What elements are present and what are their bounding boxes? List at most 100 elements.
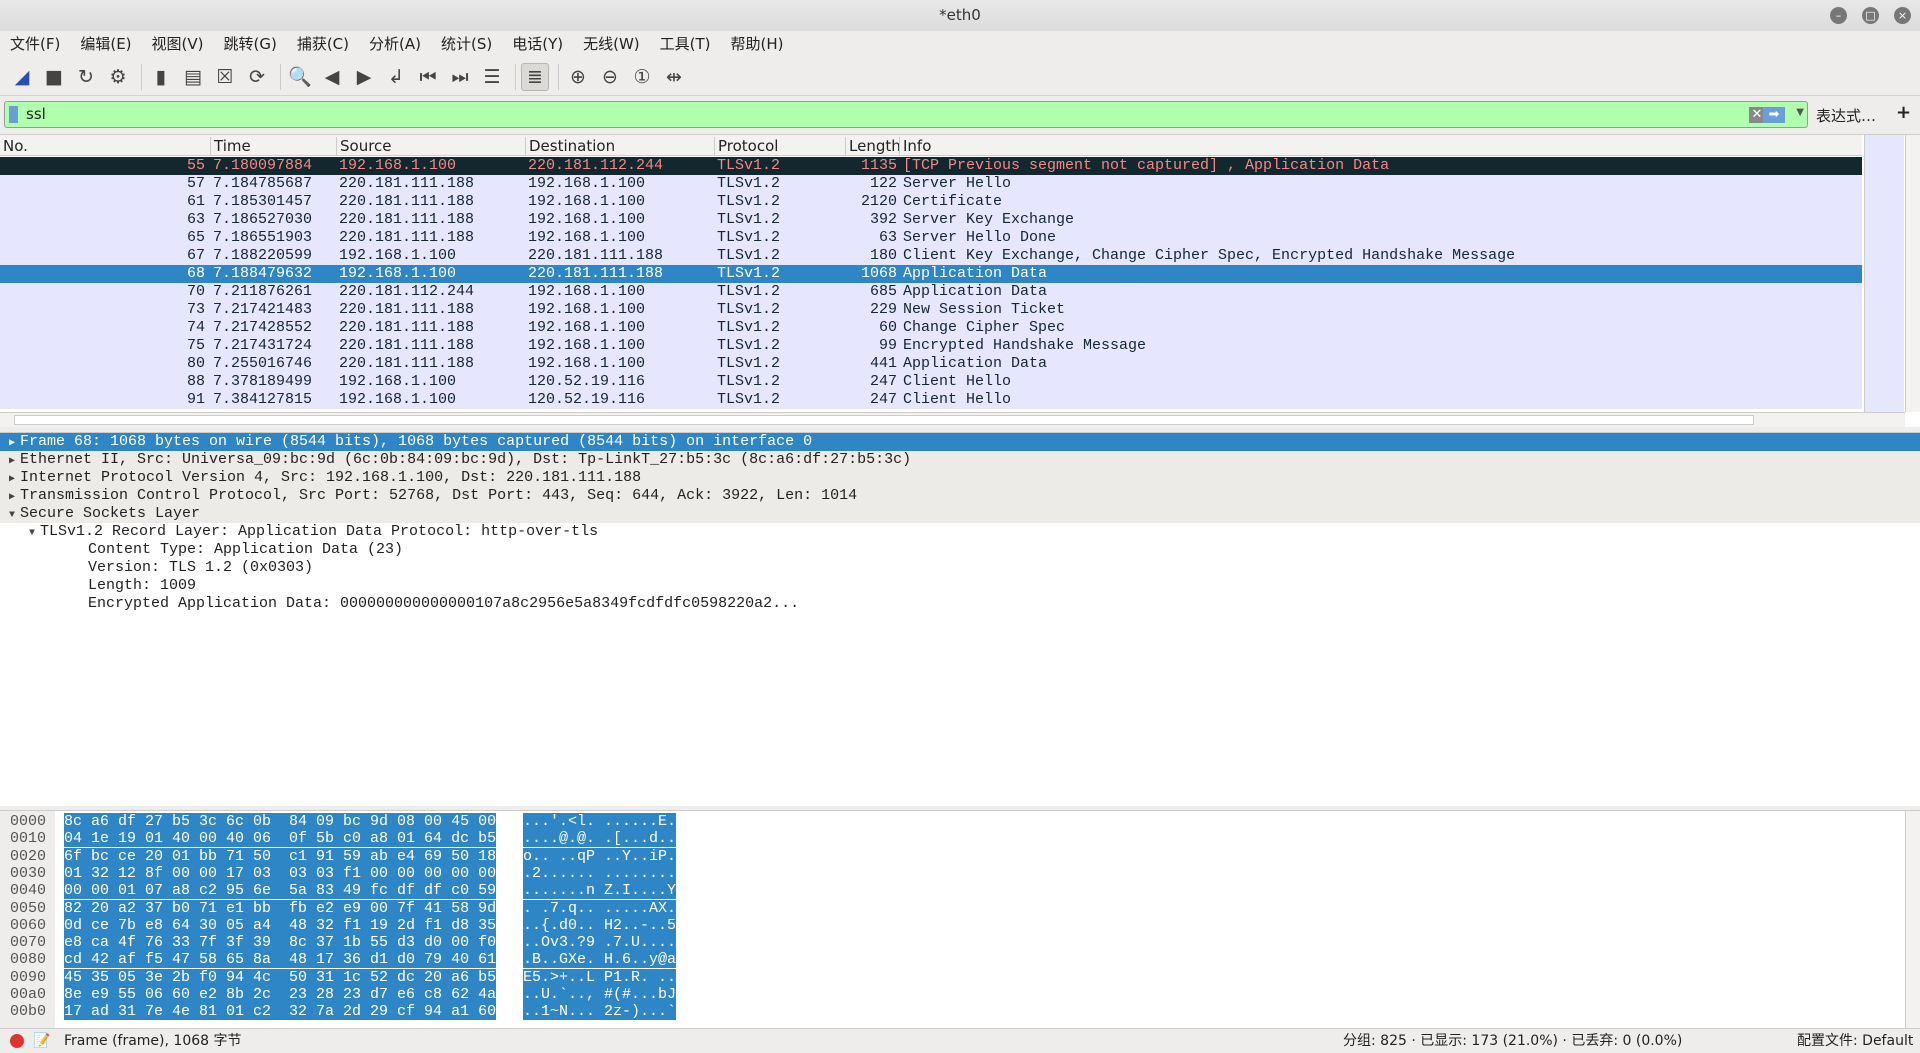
detail-row[interactable]: Length: 1009 [0, 577, 1920, 595]
start-capture-icon[interactable]: ◢ [8, 63, 36, 91]
packet-row[interactable]: 63 7.186527030 220.181.111.188 192.168.1.10… [0, 211, 1862, 229]
close-file-icon[interactable]: ☒ [211, 63, 239, 91]
menu-item[interactable]: 工具(T) [660, 31, 711, 58]
hex-bytes[interactable]: 0d ce 7b e8 64 30 05 a4 48 32 f1 19 2d f… [64, 916, 496, 934]
bytes-vertical-scrollbar[interactable] [1905, 811, 1920, 1029]
ascii-bytes[interactable]: . .7.q.. .....AX. [523, 899, 676, 917]
column-no[interactable]: No. [0, 137, 28, 156]
find-packet-icon[interactable]: 🔍 [286, 63, 314, 91]
packet-row[interactable]: 70 7.211876261 220.181.112.244 192.168.1.10… [0, 283, 1862, 301]
chevron-down-icon[interactable]: ▼ [1796, 107, 1804, 118]
packet-row[interactable]: 88 7.378189499 192.168.1.100 120.52.19.116 T… [0, 373, 1862, 391]
save-file-icon[interactable]: ▤ [179, 63, 207, 91]
last-packet-icon[interactable]: ⏭ [446, 63, 474, 91]
ascii-bytes[interactable]: o.. ..qP ..Y..iP. [523, 847, 676, 865]
hex-bytes[interactable]: cd 42 af f5 47 58 65 8a 48 17 36 d1 d0 7… [64, 951, 496, 969]
ascii-bytes[interactable]: .2...... ........ [523, 864, 676, 882]
display-filter-input[interactable]: ssl ✕ ➡ ▼ [4, 101, 1808, 128]
detail-row[interactable]: ▼ Secure Sockets Layer [0, 505, 1920, 523]
detail-row[interactable]: Encrypted Application Data: 000000000000… [0, 595, 1920, 613]
colorize-icon[interactable]: ≣ [521, 62, 549, 91]
packet-row[interactable]: 91 7.384127815 192.168.1.100 120.52.19.116 T… [0, 391, 1862, 409]
detail-row[interactable]: ▶ Ethernet II, Src: Universa_09:bc:9d (6c… [0, 451, 1920, 469]
reload-file-icon[interactable]: ⟳ [243, 63, 271, 91]
column-time[interactable]: Time [210, 137, 251, 156]
open-file-icon[interactable]: ▮ [147, 63, 175, 91]
apply-filter-icon[interactable]: ➡ [1763, 107, 1785, 123]
restart-capture-icon[interactable]: ↻ [72, 63, 100, 91]
packet-row[interactable]: 74 7.217428552 220.181.111.188 192.168.1.10… [0, 319, 1862, 337]
hex-bytes[interactable]: 45 35 05 3e 2b f0 94 4c 50 31 1c 52 dc 2… [64, 968, 496, 986]
detail-row[interactable]: Content Type: Application Data (23) [0, 541, 1920, 559]
menu-item[interactable]: 捕获(C) [297, 31, 349, 58]
packet-row[interactable]: 68 7.188479632 192.168.1.100 220.181.111.18… [0, 265, 1862, 283]
packet-row[interactable]: 80 7.255016746 220.181.111.188 192.168.1.10… [0, 355, 1862, 373]
packet-row[interactable]: 55 7.180097884 192.168.1.100 220.181.112.24… [0, 157, 1862, 175]
resize-columns-icon[interactable]: ⇹ [660, 63, 688, 91]
filter-text[interactable]: ssl [26, 105, 46, 123]
maximize-icon[interactable]: □ [1862, 7, 1879, 24]
ascii-bytes[interactable]: .......n Z.I....Y [523, 882, 676, 900]
column-length[interactable]: Length [845, 137, 901, 156]
hex-bytes[interactable]: 8c a6 df 27 b5 3c 6c 0b 84 09 bc 9d 08 0… [64, 813, 496, 830]
autoscroll-icon[interactable]: ☰ [478, 63, 506, 91]
menu-item[interactable]: 跳转(G) [224, 31, 277, 58]
column-destination[interactable]: Destination [525, 137, 615, 156]
ascii-bytes[interactable]: ..1~N... 2z-)...` [523, 1003, 676, 1021]
stop-capture-icon[interactable]: ■ [40, 63, 68, 91]
hex-bytes[interactable]: 17 ad 31 7e 4e 81 01 c2 32 7a 2d 29 cf 9… [64, 1003, 496, 1021]
ascii-bytes[interactable]: E5.>+..L P1.R. .. [523, 968, 676, 986]
detail-row[interactable]: ▼ TLSv1.2 Record Layer: Application Data … [0, 523, 1920, 541]
hex-bytes[interactable]: e8 ca 4f 76 33 7f 3f 39 8c 37 1b 55 d3 d… [64, 934, 496, 952]
zoom-out-icon[interactable]: ⊖ [596, 63, 624, 91]
ascii-bytes[interactable]: ..U.`.., #(#...bJ [523, 986, 676, 1003]
go-back-icon[interactable]: ◀ [318, 63, 346, 91]
packet-minimap[interactable] [1864, 135, 1904, 412]
zoom-normal-icon[interactable]: ① [628, 63, 656, 91]
menu-item[interactable]: 无线(W) [583, 31, 640, 58]
close-icon[interactable]: × [1894, 7, 1911, 24]
hex-bytes[interactable]: 82 20 a2 37 b0 71 e1 bb fb e2 e9 00 7f 4… [64, 899, 496, 917]
packet-list-horizontal-scrollbar[interactable] [0, 412, 1905, 427]
menu-item[interactable]: 文件(F) [10, 31, 60, 58]
ascii-bytes[interactable]: ..Ov3.?9 .7.U.... [523, 934, 676, 952]
menu-item[interactable]: 统计(S) [441, 31, 492, 58]
packet-row[interactable]: 67 7.188220599 192.168.1.100 220.181.111.18… [0, 247, 1862, 265]
bookmark-icon[interactable] [9, 106, 18, 123]
packet-row[interactable]: 61 7.185301457 220.181.111.188 192.168.1.10… [0, 193, 1862, 211]
ascii-bytes[interactable]: .B..GXe. H.6..y@a [523, 951, 676, 969]
column-info[interactable]: Info [899, 137, 931, 156]
go-forward-icon[interactable]: ▶ [350, 63, 378, 91]
packet-row[interactable]: 65 7.186551903 220.181.111.188 192.168.1.10… [0, 229, 1862, 247]
packet-row[interactable]: 73 7.217421483 220.181.111.188 192.168.1.10… [0, 301, 1862, 319]
hex-bytes[interactable]: 00 00 01 07 a8 c2 95 6e 5a 83 49 fc df d… [64, 882, 496, 900]
column-source[interactable]: Source [336, 137, 392, 156]
ascii-bytes[interactable]: ...'.<l. ......E. [523, 813, 676, 830]
capture-comment-icon[interactable]: 📝 [33, 1029, 50, 1053]
scrollbar-thumb[interactable] [14, 415, 1754, 425]
column-protocol[interactable]: Protocol [714, 137, 778, 156]
packet-row[interactable]: 57 7.184785687 220.181.111.188 192.168.1.10… [0, 175, 1862, 193]
add-filter-button[interactable]: + [1896, 102, 1911, 123]
expression-button[interactable]: 表达式… [1816, 105, 1876, 126]
expert-info-icon[interactable] [10, 1034, 24, 1048]
zoom-in-icon[interactable]: ⊕ [564, 63, 592, 91]
hex-bytes[interactable]: 01 32 12 8f 00 00 17 03 03 03 f1 00 00 0… [64, 864, 496, 882]
ascii-bytes[interactable]: ..{.d0.. H2..-..5 [523, 916, 676, 934]
packet-row[interactable]: 75 7.217431724 220.181.111.188 192.168.1.10… [0, 337, 1862, 355]
hex-bytes[interactable]: 8e e9 55 06 60 e2 8b 2c 23 28 23 d7 e6 c… [64, 986, 496, 1003]
go-to-packet-icon[interactable]: ↲ [382, 63, 410, 91]
first-packet-icon[interactable]: ⏮ [414, 63, 442, 91]
menu-item[interactable]: 分析(A) [369, 31, 421, 58]
detail-row[interactable]: Version: TLS 1.2 (0x0303) [0, 559, 1920, 577]
hex-bytes[interactable]: 6f bc ce 20 01 bb 71 50 c1 91 59 ab e4 6… [64, 847, 496, 865]
menu-item[interactable]: 帮助(H) [731, 31, 784, 58]
packet-list-vertical-scrollbar[interactable] [1905, 135, 1920, 412]
menu-item[interactable]: 编辑(E) [80, 31, 131, 58]
detail-row[interactable]: ▶ Frame 68: 1068 bytes on wire (8544 bits… [0, 433, 1920, 451]
hex-bytes[interactable]: 04 1e 19 01 40 00 40 06 0f 5b c0 a8 01 6… [64, 830, 496, 848]
capture-options-icon[interactable]: ⚙ [104, 63, 132, 91]
profile-label[interactable]: 配置文件: Default [1797, 1029, 1913, 1053]
ascii-bytes[interactable]: ....@.@. .[...d.. [523, 830, 676, 848]
detail-row[interactable]: ▶ Internet Protocol Version 4, Src: 192.1… [0, 469, 1920, 487]
